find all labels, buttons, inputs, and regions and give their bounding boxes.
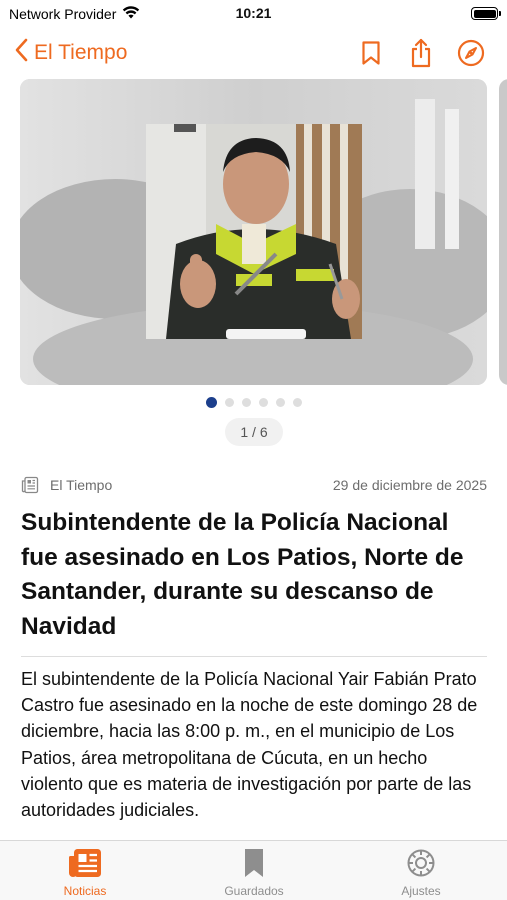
article-headline: Subintendente de la Policía Nacional fue… <box>21 509 464 640</box>
tab-noticias[interactable]: Noticias <box>25 847 145 898</box>
article-meta: El Tiempo 29 de diciembre de 2025 <box>21 474 487 496</box>
newspaper-icon <box>68 847 102 879</box>
pagination-dots[interactable] <box>0 397 507 408</box>
tab-guardados[interactable]: Guardados <box>194 847 314 898</box>
tab-label: Ajustes <box>401 884 441 898</box>
compass-icon[interactable] <box>457 36 485 70</box>
image-carousel[interactable] <box>0 79 507 385</box>
bookmark-icon <box>237 847 271 879</box>
tab-bar: Noticias Guardados Ajustes <box>0 840 507 900</box>
article-date: 29 de diciembre de 2025 <box>332 477 487 493</box>
gallery-slide[interactable] <box>20 79 487 385</box>
tab-ajustes[interactable]: Ajustes <box>361 847 481 898</box>
gear-icon <box>404 847 438 879</box>
image-counter: 1 / 6 <box>225 418 283 446</box>
chevron-left-icon <box>14 38 28 68</box>
next-slide-preview[interactable] <box>499 79 507 385</box>
newspaper-icon <box>21 476 39 494</box>
divider <box>21 656 487 657</box>
pagination-dot[interactable] <box>205 397 217 408</box>
nav-bar: El Tiempo <box>0 30 507 76</box>
pagination-dot[interactable] <box>258 398 268 407</box>
nav-actions <box>357 36 485 70</box>
pagination-dot[interactable] <box>241 398 251 407</box>
back-label: El Tiempo <box>34 41 128 64</box>
article-source: El Tiempo <box>50 477 113 493</box>
pagination-dot[interactable] <box>275 398 285 407</box>
tab-label: Noticias <box>63 884 107 898</box>
pagination-dot[interactable] <box>224 398 234 407</box>
bookmark-icon[interactable] <box>357 36 385 70</box>
article-photo <box>146 124 362 339</box>
pagination-dot[interactable] <box>292 398 302 407</box>
battery-icon <box>471 7 501 20</box>
tab-label: Guardados <box>224 884 284 898</box>
article-body: El subintendente de la Policía Nacional … <box>21 669 478 821</box>
back-button[interactable]: El Tiempo <box>14 38 127 68</box>
share-icon[interactable] <box>407 36 435 70</box>
status-time: 10:21 <box>235 5 272 21</box>
status-bar: Network Provider 10:21 <box>0 0 507 28</box>
